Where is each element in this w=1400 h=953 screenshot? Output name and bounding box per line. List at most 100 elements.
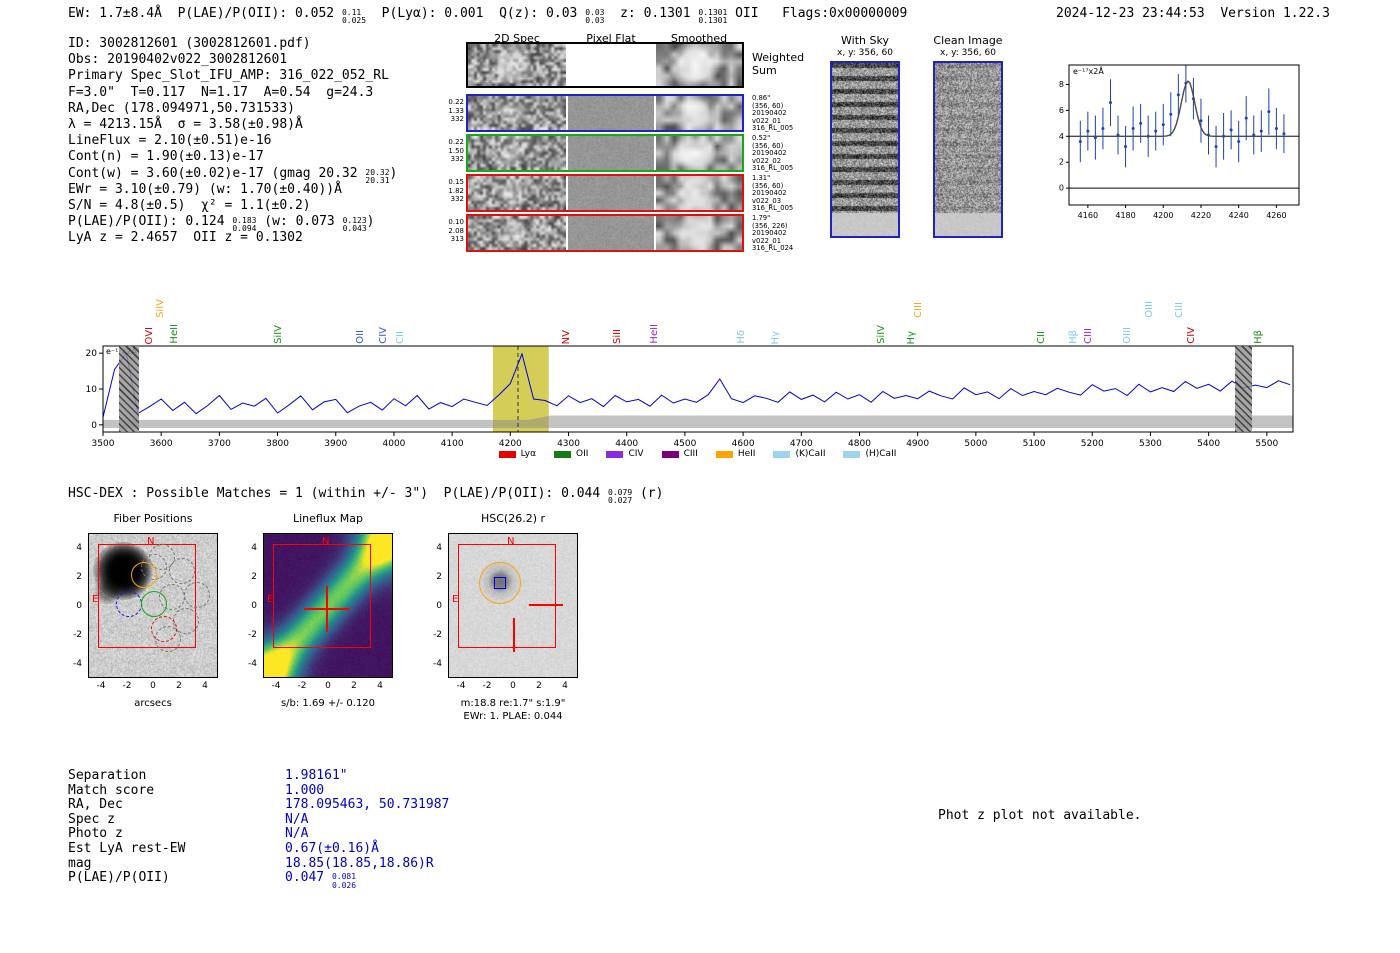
- fiber-positions-plot: N E: [88, 533, 218, 678]
- match-table-value: 1.98161": [285, 768, 348, 783]
- weight-value: 0.22: [448, 138, 464, 146]
- spec2d-row-weights: 0.22 1.50 332: [444, 138, 464, 164]
- x-tick-label: -2: [297, 681, 307, 691]
- legend-swatch: [606, 450, 624, 458]
- x-tick-label: 4500: [673, 439, 696, 449]
- legend-swatch: [773, 450, 791, 458]
- fiber-circle-gray: [184, 582, 210, 608]
- hsc-r-xlabel2: EWr: 1. PLAE: 0.044: [463, 711, 563, 722]
- x-tick-label: 4220: [1191, 211, 1211, 220]
- info-value: 316_RL_024: [752, 244, 794, 253]
- legend-label: (H)CaII: [865, 449, 897, 459]
- data-point: [1169, 112, 1173, 116]
- info-line: ID: 3002812601 (3002812601.pdf): [68, 36, 311, 51]
- legend-label: CIV: [628, 449, 644, 459]
- match-table-row: Est LyA rest-EW 0.67(±0.16)Å: [68, 841, 449, 856]
- crosshair-horizontal: [529, 604, 563, 606]
- spectrum-line: [102, 351, 1291, 418]
- x-tick-label: 5200: [1081, 439, 1104, 449]
- x-tick-label: 5500: [1255, 439, 1278, 449]
- match-table-label: P(LAE)/P(OII): [68, 870, 170, 886]
- legend-label: OII: [576, 449, 589, 459]
- spec2d-row-info: 0.86" (356, 60) 20190402 v022_01 316_RL_005: [752, 94, 812, 133]
- x-tick-label: 4800: [848, 439, 871, 449]
- x-tick-label: -2: [122, 681, 132, 691]
- y-tick-label: -4: [248, 658, 257, 669]
- info-line: Cont(n) = 1.90(±0.13)e-17: [68, 149, 264, 165]
- extraction-box: [273, 544, 371, 648]
- data-point: [1101, 127, 1105, 131]
- match-table-row: Match score 1.000: [68, 783, 449, 798]
- y-tick-label: 20: [86, 349, 98, 359]
- legend-label: (K)CaII: [795, 449, 826, 459]
- legend-item: CIV: [606, 449, 644, 459]
- x-tick-label: 4300: [557, 439, 580, 449]
- with-sky-image: [832, 63, 898, 236]
- hsc-r-panel: HSC(26.2) r N E m:18.8 re:1.7" s:1.9" EW…: [420, 512, 595, 722]
- info-line: Cont(w) = 3.60(±0.02)e-17 (gmag 20.32 20…: [68, 165, 398, 185]
- spec2d-row-info: Weighted Sum: [752, 51, 812, 77]
- with-sky-title: With Sky: [841, 34, 889, 47]
- info-line: S/N = 4.8(±0.5) χ² = 1.1(±0.2): [68, 197, 311, 213]
- pixel-flat-image: [568, 216, 654, 250]
- y-tick-label: 0: [91, 421, 97, 431]
- match-table-label: Est LyA rest-EW: [68, 840, 186, 856]
- weight-value: 0.15: [448, 178, 464, 186]
- stacked-uncertainty: 0.1301 0.1301: [698, 8, 728, 26]
- y-tick-label: 0: [251, 600, 257, 611]
- photz-note: Phot z plot not available.: [938, 808, 1142, 823]
- smoothed-image: [656, 44, 742, 86]
- match-table-value: 18.85(18.85,18.86)R: [285, 855, 434, 871]
- match-table-row: mag 18.85(18.85,18.86)R: [68, 856, 449, 871]
- header-summary: EW: 1.7±8.4Å P(LAE)/P(OII): 0.052 0.11 0.…: [68, 6, 908, 26]
- smoothed-image: [656, 136, 742, 170]
- clean-image: [935, 63, 1001, 236]
- y-tick-label: 2: [436, 571, 442, 582]
- emission-line-marker: SiIV: [155, 299, 167, 318]
- legend-swatch: [843, 450, 861, 458]
- match-table-value: N/A: [285, 811, 309, 827]
- data-point: [1214, 145, 1218, 149]
- x-tick-label: 3700: [208, 439, 231, 449]
- emission-line-marker: OIII: [1144, 301, 1156, 318]
- spec2d-row: [466, 174, 744, 212]
- plot-frame: [1068, 64, 1300, 206]
- x-tick-label: 4900: [906, 439, 929, 449]
- clean-image-frame: [933, 61, 1003, 238]
- stacked-uncertainty: 0.081 0.026: [331, 872, 357, 890]
- x-tick-label: 4400: [615, 439, 638, 449]
- info-line: λ = 4213.15Å σ = 3.58(±0.98)Å: [68, 116, 303, 132]
- spec2d-row: [466, 94, 744, 132]
- masked-region-left: [119, 346, 140, 432]
- match-table-label: Spec z: [68, 811, 115, 827]
- spec2d-row: [466, 42, 744, 88]
- x-tick-label: 4: [202, 681, 208, 691]
- data-point: [1176, 93, 1180, 97]
- match-table-label: Photo z: [68, 826, 123, 842]
- match-table-value: 0.047 0.081 0.026: [285, 870, 357, 890]
- with-sky-frame: [830, 61, 900, 238]
- fiber-positions-panel: Fiber Positions N E arcsecs 4 2 0 -2 -4 -4 -2 0…: [60, 512, 235, 722]
- x-tick-label: 4: [377, 681, 383, 691]
- hsc-r-plot: N E: [448, 533, 578, 678]
- x-tick-label: 4: [562, 681, 568, 691]
- emission-line-markers: OVI SiIV HeII SiIV OII CIV CII NV SiII HeII Hδ Hγ Si…: [85, 260, 1310, 344]
- clean-image-panel: Clean Image x, y: 356, 60: [933, 34, 1003, 238]
- x-tick-label: 4600: [732, 439, 755, 449]
- info-line: Obs: 20190402v022_3002812601: [68, 52, 288, 68]
- info-line: LineFlux = 2.10(±0.51)e-16: [68, 133, 272, 149]
- x-tick-label: 4160: [1078, 211, 1098, 220]
- fiber-circle-orange: [131, 562, 157, 588]
- crosshair-vertical: [326, 586, 328, 632]
- pixel-flat-image: [568, 176, 654, 210]
- weight-value: 1.82: [448, 186, 464, 195]
- weight-value: 332: [450, 155, 464, 163]
- y-tick-label: -4: [433, 658, 442, 669]
- x-tick-label: 4000: [383, 439, 406, 449]
- data-point: [1086, 129, 1090, 133]
- elixer-report: EW: 1.7±8.4Å P(LAE)/P(OII): 0.052 0.11 0.…: [0, 0, 1400, 953]
- smoothed-image: [656, 96, 742, 130]
- y-tick-label: -4: [73, 658, 82, 669]
- north-label: N: [322, 536, 330, 547]
- match-table-row: RA, Dec 178.095463, 50.731987: [68, 797, 449, 812]
